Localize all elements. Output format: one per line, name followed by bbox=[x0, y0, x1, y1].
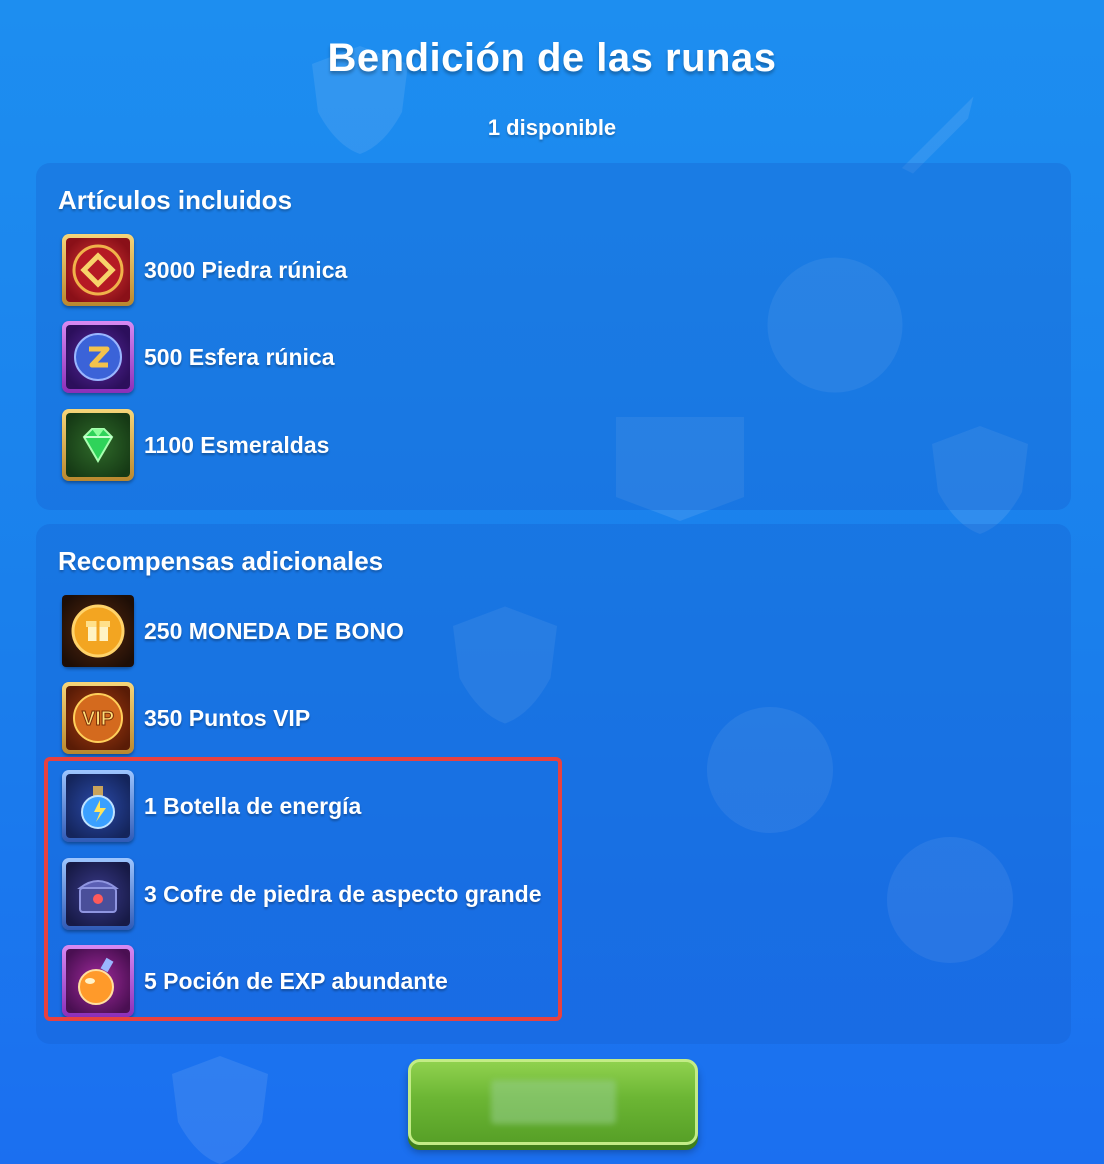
rune-stone-icon bbox=[62, 234, 134, 306]
bonus-rewards-title: Recompensas adicionales bbox=[58, 546, 384, 576]
item-label: 350 Puntos VIP bbox=[144, 704, 311, 731]
vip-points-icon: VIP bbox=[62, 682, 134, 754]
list-item: 3000 Piedra rúnica bbox=[62, 234, 347, 306]
item-label: 500 Esfera rúnica bbox=[144, 343, 335, 370]
list-item: VIP 350 Puntos VIP bbox=[62, 682, 310, 754]
item-label: 250 MONEDA DE BONO bbox=[144, 617, 404, 644]
emerald-icon bbox=[62, 409, 134, 481]
purchase-button[interactable] bbox=[408, 1059, 698, 1145]
list-item: 500 Esfera rúnica bbox=[62, 321, 335, 393]
highlight-box bbox=[44, 757, 562, 1021]
bonus-coin-icon bbox=[62, 595, 134, 667]
item-label: 3000 Piedra rúnica bbox=[144, 256, 348, 283]
included-items-panel: Artículos incluidos 3000 Piedra rúnica 5… bbox=[36, 163, 1071, 510]
list-item: 250 MONEDA DE BONO bbox=[62, 595, 404, 667]
page-title: Bendición de las runas bbox=[327, 36, 777, 80]
shield-icon bbox=[172, 1056, 268, 1164]
included-items-title: Artículos incluidos bbox=[58, 185, 293, 215]
blurred-button-label bbox=[491, 1080, 616, 1124]
list-item: 1100 Esmeraldas bbox=[62, 409, 329, 481]
item-label: 1100 Esmeraldas bbox=[144, 431, 330, 458]
vip-icon-text: VIP bbox=[82, 708, 114, 730]
rune-sphere-icon bbox=[62, 321, 134, 393]
availability-count: 1 disponible bbox=[487, 115, 617, 140]
